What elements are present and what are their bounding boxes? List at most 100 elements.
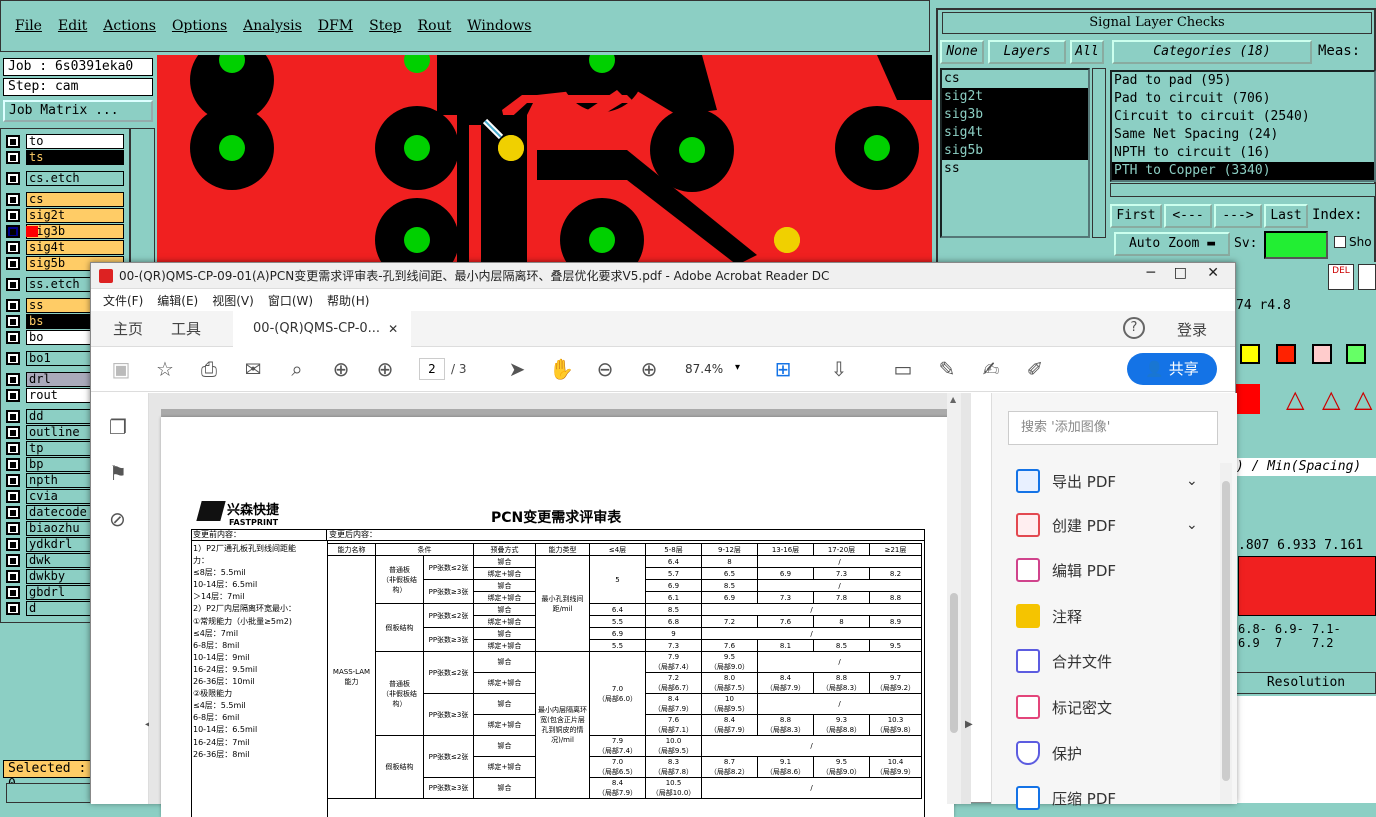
menu-options[interactable]: Options [172, 18, 227, 34]
login-link[interactable]: 登录 [1177, 319, 1207, 340]
layer-item[interactable]: sig5b [942, 142, 1088, 160]
tool-icon[interactable] [1358, 264, 1376, 290]
layer-checkbox[interactable] [6, 389, 20, 402]
print-icon[interactable]: ⎙ [197, 357, 221, 381]
layer-row[interactable]: sig2t [6, 208, 124, 223]
chevron-down-icon[interactable]: ⌄ [1186, 473, 1198, 489]
layer-checkbox[interactable] [6, 554, 20, 567]
layer-item[interactable]: cs [942, 70, 1088, 88]
prev-button[interactable]: <--- [1164, 204, 1212, 228]
layer-checkbox[interactable] [6, 257, 20, 270]
layer-checkbox[interactable] [6, 442, 20, 455]
first-button[interactable]: First [1110, 204, 1162, 228]
menu-analysis[interactable]: Analysis [243, 18, 302, 34]
hand-tool-icon[interactable]: ✋ [549, 357, 574, 381]
comment-icon[interactable]: ▭ [891, 357, 915, 381]
show-checkbox[interactable] [1334, 236, 1346, 248]
tools-scroll-thumb[interactable] [1222, 481, 1230, 781]
tab-home[interactable]: 主页 [113, 318, 143, 339]
tools-scrollbar[interactable] [1220, 463, 1232, 804]
fill-sign-icon[interactable]: ✐ [1023, 357, 1047, 381]
layer-checkbox[interactable] [6, 278, 20, 291]
search-icon[interactable]: ⌕ [285, 357, 309, 381]
menu-file[interactable]: 文件(F) [103, 292, 143, 309]
menu-actions[interactable]: Actions [103, 18, 156, 34]
layer-checkbox[interactable] [6, 172, 20, 185]
layer-row[interactable]: cs [6, 192, 124, 207]
tool-protect[interactable]: 保护 [1016, 738, 1082, 768]
layer-row[interactable]: cs.etch [6, 171, 124, 186]
layer-checkbox[interactable] [6, 299, 20, 312]
menu-view[interactable]: 视图(V) [212, 292, 254, 309]
layer-checkbox[interactable] [6, 373, 20, 386]
layer-checkbox[interactable] [6, 151, 20, 164]
help-icon[interactable]: ? [1123, 317, 1145, 339]
highlight-icon[interactable]: ✎ [935, 357, 959, 381]
page-down-icon[interactable]: ⊕ [373, 357, 397, 381]
category-item[interactable]: Pad to pad (95) [1112, 72, 1374, 90]
layer-checkbox[interactable] [6, 474, 20, 487]
menu-window[interactable]: 窗口(W) [268, 292, 313, 309]
marker-icon[interactable] [1236, 384, 1260, 414]
page-fit-icon[interactable]: ⊞ [771, 357, 795, 381]
tool-create-pdf[interactable]: 创建 PDF ⌄ [1016, 510, 1198, 540]
document-viewport[interactable]: 兴森快捷 FASTPRINT PCN变更需求评审表 变更前内容： 变更后内容： … [149, 393, 973, 817]
category-list[interactable]: Pad to pad (95) Pad to circuit (706) Cir… [1110, 70, 1376, 182]
scroll-thumb[interactable] [950, 593, 958, 733]
layer-checkbox[interactable] [6, 490, 20, 503]
expand-right-icon[interactable]: ▶ [965, 719, 973, 730]
category-hscroll[interactable] [1110, 183, 1376, 197]
auto-zoom-button[interactable]: Auto Zoom ▬ [1114, 232, 1230, 256]
save-icon[interactable]: ▣ [109, 357, 133, 381]
email-icon[interactable]: ✉ [241, 357, 265, 381]
layer-checkbox[interactable] [6, 538, 20, 551]
layer-icon[interactable] [1276, 344, 1296, 364]
layer-checkbox[interactable] [6, 410, 20, 423]
sign-icon[interactable]: ✍ [979, 357, 1003, 381]
job-matrix-button[interactable]: Job Matrix ... [3, 100, 153, 122]
pages-icon[interactable]: ❐ [109, 415, 127, 439]
chevron-down-icon[interactable]: ⌄ [1186, 517, 1198, 533]
layer-item[interactable]: sig3b [942, 106, 1088, 124]
tab-tools[interactable]: 工具 [171, 318, 201, 339]
maximize-icon[interactable]: □ [1174, 265, 1187, 281]
menu-file[interactable]: File [15, 18, 42, 34]
layer-checkbox[interactable] [6, 426, 20, 439]
tools-search-input[interactable]: 搜索 '添加图像' [1008, 411, 1218, 445]
ref-icon[interactable] [1312, 344, 1332, 364]
tool-compress[interactable]: 压缩 PDF [1016, 783, 1116, 813]
last-button[interactable]: Last [1264, 204, 1308, 228]
pcb-canvas[interactable] [157, 55, 932, 265]
menu-edit[interactable]: Edit [58, 18, 87, 34]
tool-combine[interactable]: 合并文件 [1016, 646, 1112, 676]
tab-document[interactable]: 00-(QR)QMS-CP-0... ✕ [233, 310, 412, 347]
layer-item[interactable]: sig4t [942, 124, 1088, 142]
zoom-in-icon[interactable]: ⊕ [637, 357, 661, 381]
share-button[interactable]: 👤 共享 [1127, 353, 1217, 385]
category-item[interactable]: PTH to Copper (3340) [1112, 162, 1374, 180]
layer-checkbox[interactable] [6, 602, 20, 615]
category-item[interactable]: NPTH to circuit (16) [1112, 144, 1374, 162]
layer-checkbox[interactable] [6, 209, 20, 222]
all-button[interactable]: All [1070, 40, 1104, 64]
tab-close-icon[interactable]: ✕ [388, 322, 398, 336]
step-icon[interactable] [1346, 344, 1366, 364]
layer-checkbox[interactable] [6, 135, 20, 148]
layer-checkbox[interactable] [6, 193, 20, 206]
tool-comment[interactable]: 注释 [1016, 601, 1082, 631]
doc-scrollbar[interactable]: ▲ [947, 393, 961, 804]
next-button[interactable]: ---> [1214, 204, 1262, 228]
zoom-dropdown-icon[interactable]: ▾ [735, 362, 740, 373]
category-item[interactable]: Same Net Spacing (24) [1112, 126, 1374, 144]
bookmark-star-icon[interactable]: ☆ [153, 357, 177, 381]
layer-checkbox[interactable] [6, 331, 20, 344]
categories-header[interactable]: Categories (18) [1112, 40, 1312, 64]
layer-list-scrollbar[interactable] [1092, 68, 1106, 238]
layers-button[interactable]: Layers [988, 40, 1066, 64]
layer-row[interactable]: to [6, 134, 124, 149]
layer-icon[interactable] [1240, 344, 1260, 364]
tool-export-pdf[interactable]: 导出 PDF ⌄ [1016, 466, 1198, 496]
layer-row[interactable]: ts [6, 150, 124, 165]
scroll-up-icon[interactable]: ▲ [950, 395, 956, 404]
layer-checkbox[interactable] [6, 315, 20, 328]
